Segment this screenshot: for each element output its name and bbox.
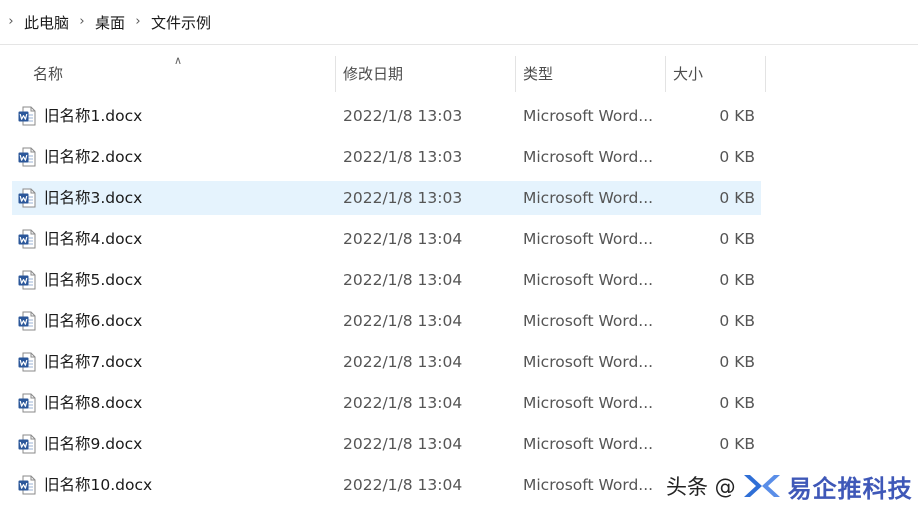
column-header-type[interactable]: 类型 [523, 52, 553, 92]
file-modified-date: 2022/1/8 13:04 [343, 230, 463, 248]
watermark-brand: 易企推科技 [787, 474, 913, 503]
column-header: ∧ 名称 修改日期 类型 大小 [0, 52, 918, 92]
file-type: Microsoft Word... [523, 148, 654, 166]
file-explorer-window: › 此电脑 › 桌面 › 文件示例 ∧ 名称 修改日期 类型 大小 旧名称1.d… [0, 0, 918, 512]
file-row[interactable]: 旧名称8.docx 2022/1/8 13:04 Microsoft Word.… [12, 386, 761, 420]
file-size: 0 KB [719, 271, 755, 289]
file-name: 旧名称3.docx [44, 189, 143, 207]
file-type: Microsoft Word... [523, 394, 654, 412]
file-row-selected[interactable]: 旧名称3.docx 2022/1/8 13:03 Microsoft Word.… [12, 181, 761, 215]
word-document-icon [18, 147, 36, 167]
file-size: 0 KB [719, 148, 755, 166]
file-type: Microsoft Word... [523, 312, 654, 330]
file-row[interactable]: 旧名称9.docx 2022/1/8 13:04 Microsoft Word.… [12, 427, 761, 461]
file-name: 旧名称7.docx [44, 353, 143, 371]
chevron-right-icon[interactable]: › [0, 0, 22, 44]
file-type: Microsoft Word... [523, 230, 654, 248]
file-size: 0 KB [719, 353, 755, 371]
column-divider[interactable] [665, 56, 666, 92]
file-type: Microsoft Word... [523, 271, 654, 289]
file-modified-date: 2022/1/8 13:03 [343, 107, 463, 125]
file-row[interactable]: 旧名称6.docx 2022/1/8 13:04 Microsoft Word.… [12, 304, 761, 338]
watermark: 头条 @ 易企推科技 [666, 466, 913, 506]
file-name: 旧名称5.docx [44, 271, 143, 289]
file-modified-date: 2022/1/8 13:04 [343, 394, 463, 412]
word-document-icon [18, 475, 36, 495]
file-row[interactable]: 旧名称4.docx 2022/1/8 13:04 Microsoft Word.… [12, 222, 761, 256]
column-header-name[interactable]: 名称 [33, 52, 63, 92]
file-type: Microsoft Word... [523, 107, 654, 125]
breadcrumb-item-this-pc[interactable]: 此电脑 [22, 12, 71, 33]
breadcrumb-item-desktop[interactable]: 桌面 [93, 12, 127, 33]
file-type: Microsoft Word... [523, 189, 654, 207]
chevron-right-icon[interactable]: › [127, 0, 149, 44]
watermark-prefix: 头条 @ [666, 475, 736, 499]
file-row[interactable]: 旧名称2.docx 2022/1/8 13:03 Microsoft Word.… [12, 140, 761, 174]
file-modified-date: 2022/1/8 13:03 [343, 189, 463, 207]
file-size: 0 KB [719, 394, 755, 412]
column-header-size[interactable]: 大小 [673, 52, 703, 92]
column-header-date[interactable]: 修改日期 [343, 52, 403, 92]
file-name: 旧名称1.docx [44, 107, 143, 125]
file-type: Microsoft Word... [523, 353, 654, 371]
word-document-icon [18, 434, 36, 454]
breadcrumb-item-current-folder[interactable]: 文件示例 [149, 12, 213, 33]
column-divider[interactable] [335, 56, 336, 92]
chevron-right-icon[interactable]: › [71, 0, 93, 44]
file-size: 0 KB [719, 312, 755, 330]
file-modified-date: 2022/1/8 13:03 [343, 148, 463, 166]
word-document-icon [18, 270, 36, 290]
file-size: 0 KB [719, 189, 755, 207]
word-document-icon [18, 352, 36, 372]
file-name: 旧名称9.docx [44, 435, 143, 453]
file-modified-date: 2022/1/8 13:04 [343, 476, 463, 494]
file-modified-date: 2022/1/8 13:04 [343, 271, 463, 289]
column-divider[interactable] [515, 56, 516, 92]
file-name: 旧名称2.docx [44, 148, 143, 166]
brand-logo-icon [743, 475, 780, 497]
sort-ascending-icon: ∧ [174, 54, 183, 67]
file-modified-date: 2022/1/8 13:04 [343, 435, 463, 453]
breadcrumb: › 此电脑 › 桌面 › 文件示例 [0, 0, 918, 45]
file-type: Microsoft Word... [523, 435, 654, 453]
word-document-icon [18, 229, 36, 249]
file-name: 旧名称10.docx [44, 476, 153, 494]
file-size: 0 KB [719, 107, 755, 125]
file-modified-date: 2022/1/8 13:04 [343, 353, 463, 371]
word-document-icon [18, 106, 36, 126]
file-modified-date: 2022/1/8 13:04 [343, 312, 463, 330]
file-row[interactable]: 旧名称5.docx 2022/1/8 13:04 Microsoft Word.… [12, 263, 761, 297]
file-name: 旧名称6.docx [44, 312, 143, 330]
word-document-icon [18, 188, 36, 208]
column-divider[interactable] [765, 56, 766, 92]
file-name: 旧名称8.docx [44, 394, 143, 412]
word-document-icon [18, 311, 36, 331]
word-document-icon [18, 393, 36, 413]
file-row[interactable]: 旧名称10.docx 2022/1/8 13:04 Microsoft Word… [12, 468, 761, 502]
file-size: 0 KB [719, 435, 755, 453]
file-type: Microsoft Word... [523, 476, 654, 494]
file-size: 0 KB [719, 230, 755, 248]
file-name: 旧名称4.docx [44, 230, 143, 248]
file-row[interactable]: 旧名称7.docx 2022/1/8 13:04 Microsoft Word.… [12, 345, 761, 379]
file-row[interactable]: 旧名称1.docx 2022/1/8 13:03 Microsoft Word.… [12, 99, 761, 133]
